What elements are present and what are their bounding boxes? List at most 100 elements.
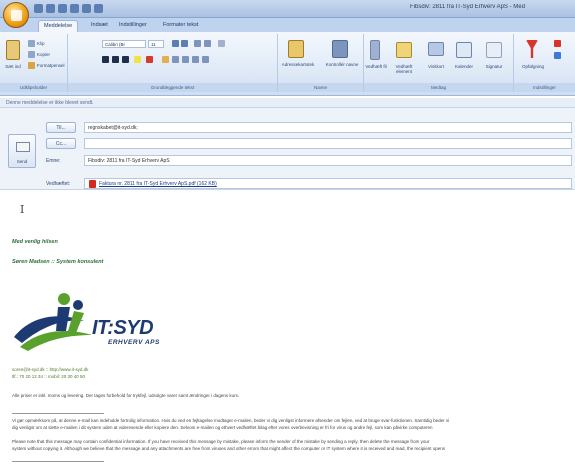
underline-icon[interactable] xyxy=(122,56,129,63)
customize-icon[interactable] xyxy=(94,4,103,13)
italic-icon[interactable] xyxy=(112,56,119,63)
font-size-select[interactable]: 11 xyxy=(148,40,164,48)
paste-label[interactable]: Sæt ind xyxy=(2,64,24,69)
separator-line xyxy=(12,413,104,414)
decrease-indent-icon[interactable] xyxy=(192,56,199,63)
address-book-label[interactable]: Adressekartotek xyxy=(278,62,318,67)
business-card-icon[interactable] xyxy=(428,42,444,56)
highlight-icon[interactable] xyxy=(134,56,141,63)
check-names-label[interactable]: Kontrollér navne xyxy=(322,62,362,67)
arrow-down-icon[interactable] xyxy=(82,4,91,13)
group-names: Adressekartotek Kontrollér navne Navne xyxy=(278,34,364,92)
quick-access-toolbar xyxy=(34,4,103,13)
increase-indent-icon[interactable] xyxy=(202,56,209,63)
note-text: Alle priser er inkl. moms og levering. D… xyxy=(12,393,240,398)
tab-format-text[interactable]: Formater tekst xyxy=(158,20,203,32)
business-card-label[interactable]: Visitkort xyxy=(422,64,450,69)
align-center-icon[interactable] xyxy=(172,56,179,63)
redo-icon[interactable] xyxy=(58,4,67,13)
company-logo: IT:SYD ERHVERV APS xyxy=(12,291,182,353)
basic-text-group-label: Grundlæggende tekst xyxy=(68,83,277,92)
message-body[interactable]: I Med venlig hilsen Søren Madsen :: Syst… xyxy=(0,191,575,474)
group-include: Vedhæft fil Vedhæft element Visitkort Ka… xyxy=(364,34,514,92)
to-field[interactable]: regnskabet@it-syd.dk; xyxy=(84,122,572,133)
greeting-text: Med venlig hilsen xyxy=(12,239,58,245)
numbering-icon[interactable] xyxy=(204,40,211,47)
tab-message[interactable]: Meddelelse xyxy=(38,20,79,32)
bullets-icon[interactable] xyxy=(194,40,201,47)
names-group-label: Navne xyxy=(278,83,363,92)
paperclip-icon[interactable] xyxy=(370,40,380,60)
signature-label[interactable]: Signatur xyxy=(480,64,508,69)
format-painter-label[interactable]: Formatpensel xyxy=(37,63,65,68)
attach-item-icon[interactable] xyxy=(396,42,412,58)
check-names-icon[interactable] xyxy=(332,40,348,58)
disclaimer-da-line-1: Vi gør opmærksom på, at denne e-mail kan… xyxy=(12,418,450,423)
subject-field[interactable]: Fibsdiv: 2811 fra IT-Syd Erhverv ApS xyxy=(84,155,572,166)
title-bar: Fibsdiv: 2811 fra IT-Syd Erhverv ApS - M… xyxy=(0,0,575,18)
importance-high-icon[interactable] xyxy=(554,40,561,47)
contact-line-2: tlf.: 70 20 12 34 :: mobil: 20 30 40 50 xyxy=(12,374,86,379)
message-header: Send Til... regnskabet@it-syd.dk; Cc... … xyxy=(0,108,575,190)
attach-item-label[interactable]: Vedhæft element xyxy=(390,64,418,74)
calendar-label[interactable]: Kalender xyxy=(450,64,478,69)
signature-icon[interactable] xyxy=(486,42,502,58)
paste-icon[interactable] xyxy=(6,40,20,60)
contact-line-1[interactable]: soren@it-syd.dk :: http://www.it-syd.dk xyxy=(12,367,88,372)
attachment-link[interactable]: Faktura nr. 2811 fra IT-Syd Erhverv ApS.… xyxy=(99,181,217,187)
undo-icon[interactable] xyxy=(46,4,55,13)
font-name-select[interactable]: Calibri (Br xyxy=(102,40,146,48)
clipboard-group-label: Udklipsholder xyxy=(0,83,67,92)
info-bar: Denne meddelelse er ikke blevet sendt. xyxy=(0,98,575,108)
logo-subtitle: ERHVERV APS xyxy=(108,339,160,346)
calendar-icon[interactable] xyxy=(456,42,472,58)
cut-icon[interactable] xyxy=(28,40,35,47)
clear-format-icon[interactable] xyxy=(218,40,225,47)
send-button[interactable]: Send xyxy=(8,134,36,168)
flag-icon[interactable] xyxy=(526,40,538,58)
group-clipboard: Sæt ind Klip Kopier Formatpensel Udklips… xyxy=(0,34,68,92)
format-painter-icon[interactable] xyxy=(28,62,35,69)
copy-label[interactable]: Kopier xyxy=(37,52,50,57)
office-button[interactable] xyxy=(3,2,29,28)
importance-low-icon[interactable] xyxy=(554,52,561,59)
tab-insert[interactable]: Indsæt xyxy=(86,20,113,32)
disclaimer-en-line-2: system without copying it. Although we b… xyxy=(12,446,446,451)
logo-figure-icon xyxy=(14,293,92,351)
office-logo-icon xyxy=(11,10,22,21)
ribbon: Sæt ind Klip Kopier Formatpensel Udklips… xyxy=(0,32,575,96)
font-color-icon[interactable] xyxy=(146,56,153,63)
arrow-up-icon[interactable] xyxy=(70,4,79,13)
window-title: Fibsdiv: 2811 fra IT-Syd Erhverv ApS - M… xyxy=(410,4,525,10)
group-basic-text: Calibri (Br 11 Grundlæggende tekst xyxy=(68,34,278,92)
address-book-icon[interactable] xyxy=(288,40,304,58)
include-group-label: Medtag xyxy=(364,83,513,92)
align-right-icon[interactable] xyxy=(182,56,189,63)
logo-wordmark: IT:SYD xyxy=(92,317,154,339)
follow-up-label[interactable]: Opfølgning xyxy=(518,64,548,69)
to-button[interactable]: Til... xyxy=(46,122,76,133)
tab-options[interactable]: Indstillinger xyxy=(114,20,152,32)
shrink-font-icon[interactable] xyxy=(181,40,188,47)
grow-font-icon[interactable] xyxy=(172,40,179,47)
disclaimer-en-line-1: Please note that this message may contai… xyxy=(12,439,430,444)
separator-line-bottom xyxy=(12,461,104,462)
disclaimer-da-line-2: dig venligst om at slette e-mailen i dit… xyxy=(12,425,433,430)
cut-label[interactable]: Klip xyxy=(37,41,45,46)
attachment-field[interactable]: Faktura nr. 2811 fra IT-Syd Erhverv ApS.… xyxy=(84,178,572,189)
save-icon[interactable] xyxy=(34,4,43,13)
bold-icon[interactable] xyxy=(102,56,109,63)
text-cursor: I xyxy=(20,203,25,216)
copy-icon[interactable] xyxy=(28,51,35,58)
ribbon-tabs: Meddelelse Indsæt Indstillinger Formater… xyxy=(0,18,575,32)
envelope-icon xyxy=(16,142,30,152)
send-label: Send xyxy=(16,159,28,164)
pdf-icon xyxy=(89,180,96,188)
align-left-icon[interactable] xyxy=(162,56,169,63)
subject-label: Emne: xyxy=(46,158,61,164)
cc-button[interactable]: Cc... xyxy=(46,138,76,149)
cc-field[interactable] xyxy=(84,138,572,149)
attachment-label: Vedhæftet: xyxy=(46,181,71,187)
attach-file-label[interactable]: Vedhæft fil xyxy=(364,64,388,69)
options-group-label: Indstillinger xyxy=(514,83,575,92)
